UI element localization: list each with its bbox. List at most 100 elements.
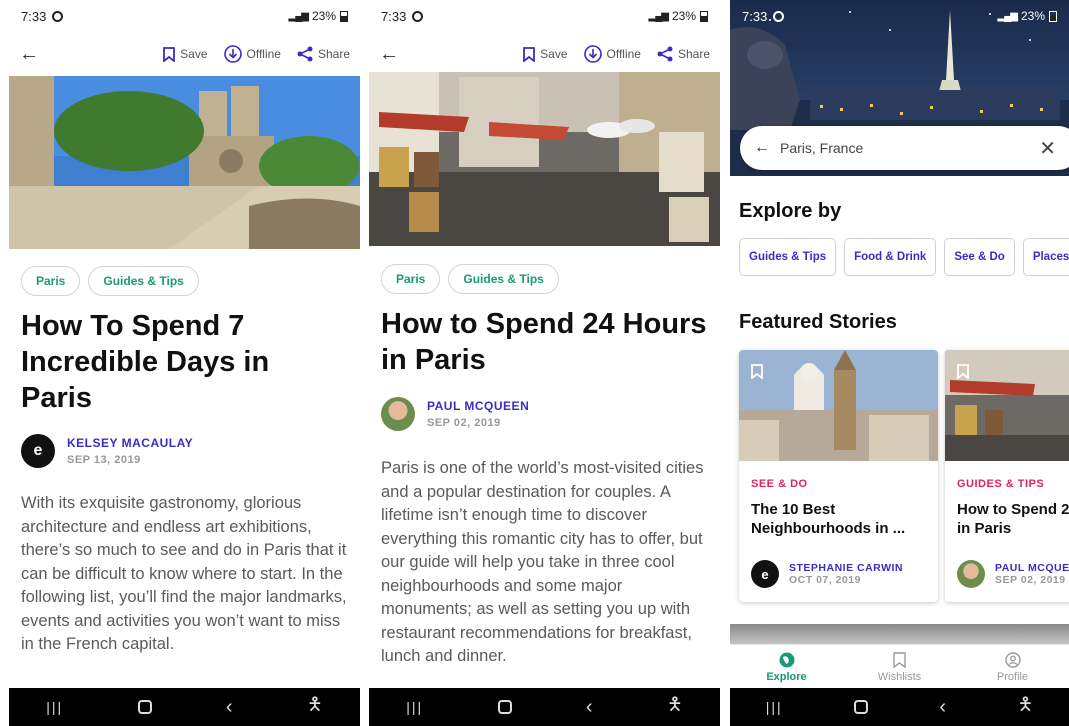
tab-profile-label: Profile <box>996 671 1029 683</box>
category-see-do[interactable]: See & Do <box>944 238 1015 276</box>
share-button[interactable]: Share <box>297 46 350 62</box>
status-time: 7:33 <box>21 8 47 24</box>
offline-button[interactable]: Offline <box>583 45 641 63</box>
article-body: With its exquisite gastronomy, glorious … <box>21 494 347 653</box>
bookmark-icon <box>523 46 536 62</box>
article-body: Paris is one of the world’s most-visited… <box>381 459 704 665</box>
hero-image-montmartre <box>369 72 720 246</box>
author-avatar <box>381 397 415 431</box>
home-icon[interactable] <box>137 700 152 714</box>
article-screen-24-hours: 7:33 ▂▄▆ 23% ← Save Offline Share Paris … <box>369 0 720 726</box>
story-category: SEE & DO <box>751 478 808 490</box>
author-block[interactable]: PAUL MCQUEEN SEP 02, 2019 <box>381 397 529 431</box>
category-places[interactable]: Places <box>1022 238 1069 276</box>
nav-back-icon[interactable]: ‹ <box>226 696 233 719</box>
author-avatar: e <box>21 434 55 468</box>
home-icon[interactable] <box>854 700 868 714</box>
bookmark-icon[interactable] <box>751 364 763 379</box>
notification-icon <box>773 10 785 22</box>
bookmark-icon <box>163 46 176 62</box>
tab-wishlists[interactable]: Wishlists <box>843 645 956 690</box>
publish-date: OCT 07, 2019 <box>789 574 861 586</box>
story-card[interactable]: SEE & DO The 10 Best Neighbourhoods in .… <box>739 350 938 602</box>
nav-back-icon[interactable]: ‹ <box>939 696 946 719</box>
status-battery: 23% <box>311 9 336 23</box>
article-toolbar: ← Save Offline Share <box>9 36 360 72</box>
battery-icon <box>700 10 708 22</box>
story-author: e STEPHANIE CARWIN OCT 07, 2019 <box>751 560 903 588</box>
tab-wishlists-label: Wishlists <box>877 671 922 683</box>
status-time: 7:33 <box>742 8 768 24</box>
status-time: 7:33 <box>381 8 407 24</box>
share-button[interactable]: Share <box>657 46 710 62</box>
author-avatar: e <box>751 560 779 588</box>
category-list: Guides & Tips Food & Drink See & Do Plac… <box>739 238 1069 276</box>
offline-label: Offline <box>246 47 281 61</box>
author-block[interactable]: e KELSEY MACAULAY SEP 13, 2019 <box>21 434 193 468</box>
hero-image-notre-dame <box>9 76 360 249</box>
tag-paris[interactable]: Paris <box>21 266 81 296</box>
author-name: PAUL MCQUEEN <box>427 399 530 413</box>
recents-icon[interactable]: ||| <box>46 699 63 715</box>
story-card[interactable]: GUIDES & TIPS How to Spend 24 Hours in P… <box>945 350 1069 602</box>
status-battery: 23% <box>1020 9 1045 23</box>
category-food-drink[interactable]: Food & Drink <box>844 238 937 276</box>
tab-explore-label: Explore <box>766 671 807 683</box>
tag-guides-tips[interactable]: Guides & Tips <box>88 266 199 296</box>
bookmark-icon[interactable] <box>957 364 969 379</box>
tab-profile[interactable]: Profile <box>956 645 1069 690</box>
tag-guides-tips[interactable]: Guides & Tips <box>448 264 559 294</box>
publish-date: SEP 13, 2019 <box>67 454 141 466</box>
story-title: The 10 Best Neighbourhoods in ... <box>751 501 906 537</box>
back-arrow-icon[interactable]: ← <box>379 43 409 66</box>
share-label: Share <box>677 47 710 61</box>
tab-explore[interactable]: Explore <box>730 645 843 690</box>
author-name: STEPHANIE CARWIN <box>789 562 903 574</box>
offline-label: Offline <box>606 47 641 61</box>
article-title: How To Spend 7 Incredible Days in Paris <box>21 310 270 414</box>
status-bar: 7:33 ▂▄▆ 23% <box>9 0 360 32</box>
home-icon[interactable] <box>497 700 512 714</box>
recents-icon[interactable]: ||| <box>766 699 783 715</box>
back-arrow-icon[interactable]: ← <box>754 139 770 157</box>
profile-icon <box>1004 652 1021 668</box>
search-input[interactable]: Paris, France <box>780 140 863 156</box>
close-icon[interactable]: ✕ <box>1039 136 1066 161</box>
bottom-tab-bar: Explore Wishlists Profile <box>730 644 1069 690</box>
system-nav-bar: ||| ‹ 🯅 <box>730 688 1069 726</box>
signal-icon: ▂▄▆ <box>997 10 1018 22</box>
bookmark-icon <box>893 652 906 668</box>
save-button[interactable]: Save <box>163 46 208 62</box>
back-arrow-icon[interactable]: ← <box>19 43 49 66</box>
globe-icon <box>779 652 794 668</box>
recents-icon[interactable]: ||| <box>406 699 423 715</box>
battery-icon <box>340 10 348 22</box>
publish-date: SEP 02, 2019 <box>995 574 1066 586</box>
story-title: How to Spend 24 Hours in Paris <box>957 501 1069 537</box>
search-bar[interactable]: ← Paris, France ✕ <box>740 126 1069 170</box>
category-guides-tips[interactable]: Guides & Tips <box>739 238 837 276</box>
share-icon <box>297 46 313 62</box>
download-circle-icon <box>583 45 602 63</box>
accessibility-icon[interactable]: 🯅 <box>1017 692 1033 722</box>
save-button[interactable]: Save <box>523 46 568 62</box>
notification-icon <box>412 10 424 22</box>
offline-button[interactable]: Offline <box>223 45 281 63</box>
system-nav-bar: ||| ‹ 🯅 <box>9 688 360 726</box>
tag-paris[interactable]: Paris <box>381 264 441 294</box>
story-image <box>739 350 938 461</box>
accessibility-icon[interactable]: 🯅 <box>307 692 323 722</box>
share-label: Share <box>317 47 350 61</box>
save-label: Save <box>180 47 208 61</box>
publish-date: SEP 02, 2019 <box>427 417 501 429</box>
explore-screen: 7:33 ▂▄▆ 23% ← Paris, France ✕ Explore by… <box>730 0 1069 726</box>
nav-back-icon[interactable]: ‹ <box>586 696 593 719</box>
explore-by-heading: Explore by <box>739 200 842 222</box>
author-avatar <box>957 560 985 588</box>
status-bar: 7:33 ▂▄▆ 23% <box>730 0 1069 32</box>
featured-stories-heading: Featured Stories <box>739 311 897 333</box>
status-bar: 7:33 ▂▄▆ 23% <box>369 0 720 32</box>
notification-icon <box>52 10 64 22</box>
tag-list: Paris Guides & Tips <box>21 266 199 296</box>
accessibility-icon[interactable]: 🯅 <box>667 692 683 722</box>
